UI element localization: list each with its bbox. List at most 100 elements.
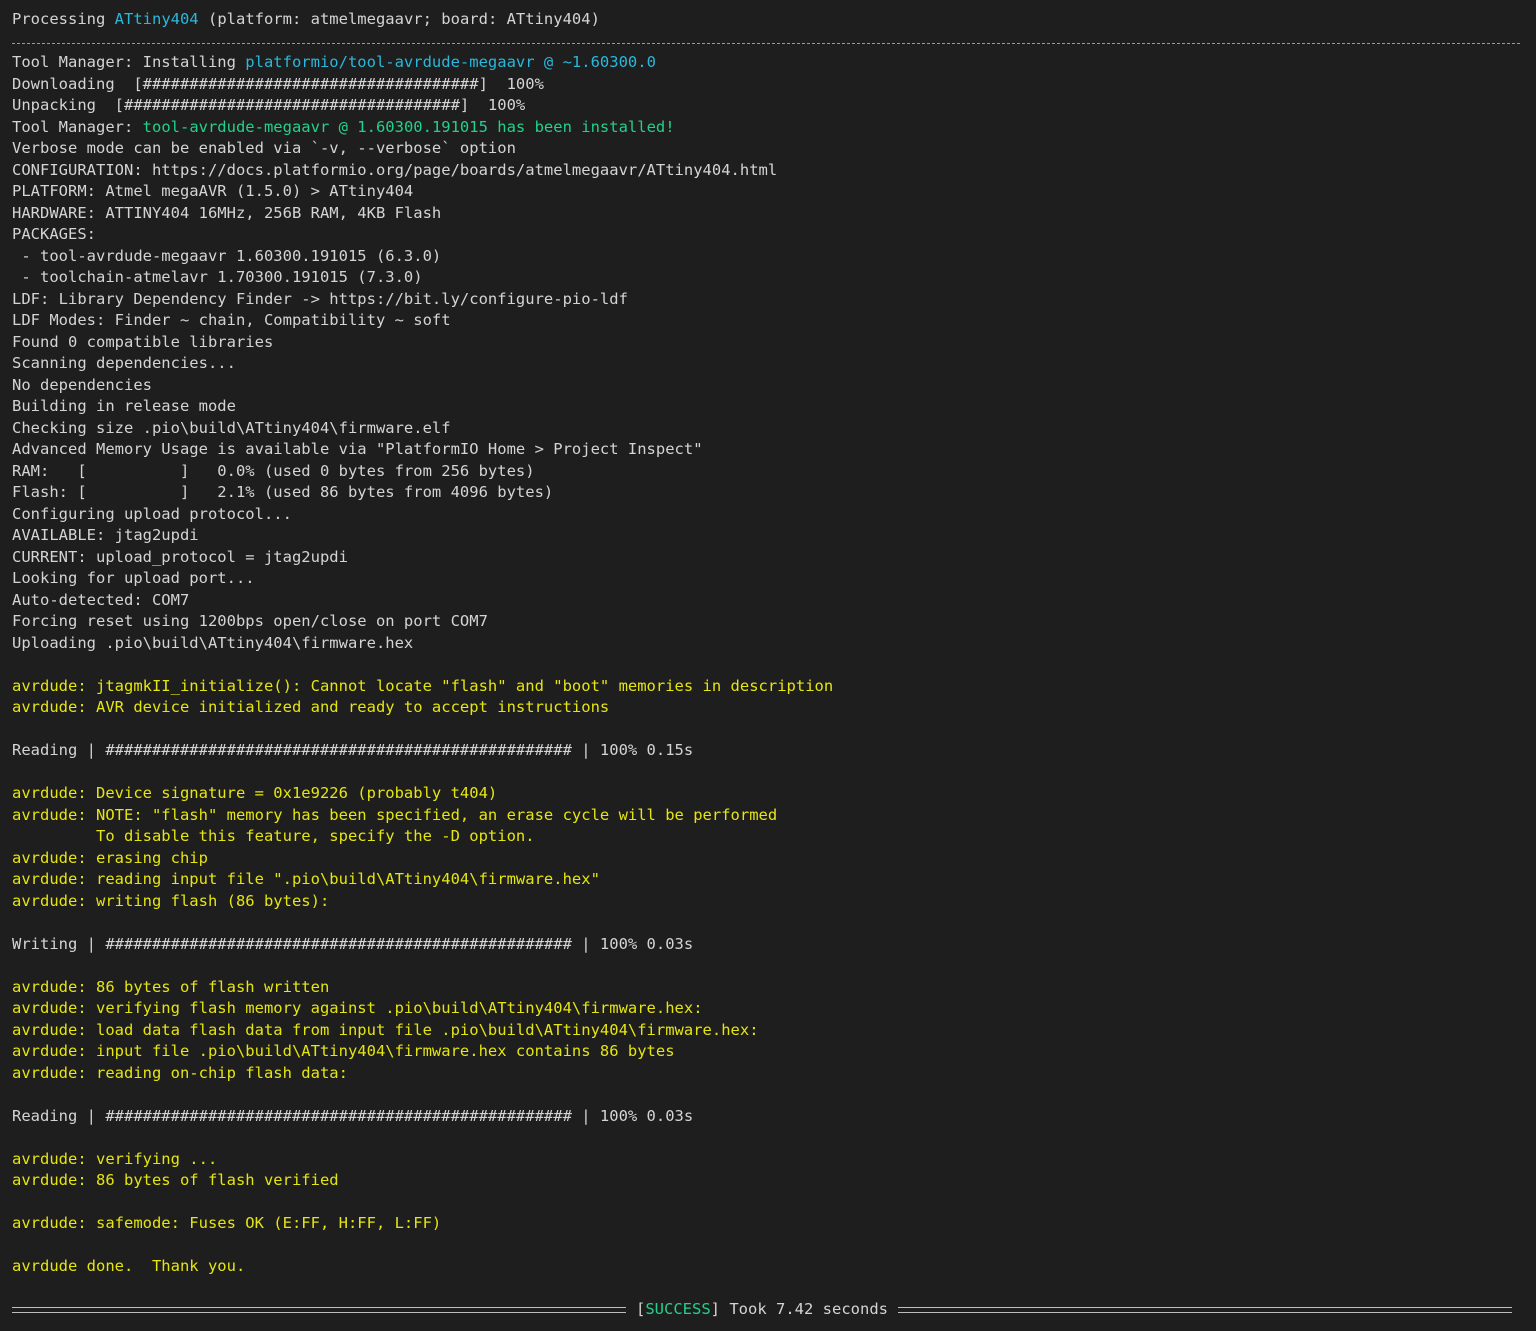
log-line: - tool-avrdude-megaavr 1.60300.191015 (6… <box>12 246 1536 268</box>
log-line: Looking for upload port... <box>12 568 1536 590</box>
log-line: CURRENT: upload_protocol = jtag2updi <box>12 547 1536 569</box>
log-line: Configuring upload protocol... <box>12 504 1536 526</box>
line-text: Advanced Memory Usage is available via "… <box>12 440 703 458</box>
status-close-bracket: ] <box>710 1300 721 1318</box>
line-text: Looking for upload port... <box>12 569 255 587</box>
line-text: - tool-avrdude-megaavr 1.60300.191015 (6… <box>12 246 442 265</box>
line-text: avrdude: load data flash data from input… <box>12 1020 759 1039</box>
log-line: HARDWARE: ATTINY404 16MHz, 256B RAM, 4KB… <box>12 203 1536 225</box>
separator-left <box>12 1306 626 1313</box>
log-line: avrdude done. Thank you. <box>12 1256 1536 1278</box>
log-line: avrdude: 86 bytes of flash verified <box>12 1170 1536 1192</box>
log-line: avrdude: safemode: Fuses OK (E:FF, H:FF,… <box>12 1213 1536 1235</box>
line-text: avrdude: Device signature = 0x1e9226 (pr… <box>12 784 498 802</box>
log-line: Reading | ##############################… <box>12 740 1536 762</box>
line-text: avrdude: writing flash (86 bytes): <box>12 891 330 910</box>
line-text: Auto-detected: COM7 <box>12 590 190 609</box>
log-line: Verbose mode can be enabled via `-v, --v… <box>12 138 1536 160</box>
log-line: Reading | ##############################… <box>12 1106 1536 1128</box>
terminal-log-lines: Tool Manager: Installing platformio/tool… <box>12 52 1536 1299</box>
separator-right <box>898 1306 1512 1313</box>
line-text: - toolchain-atmelavr 1.70300.191015 (7.3… <box>12 268 423 286</box>
line-text: avrdude done. Thank you. <box>12 1257 246 1275</box>
line-text: Building in release mode <box>12 397 236 415</box>
line-text: Configuring upload protocol... <box>12 504 292 523</box>
line-text: To disable this feature, specify the -D … <box>12 827 535 845</box>
terminal-output[interactable]: Processing ATtiny404 (platform: atmelmeg… <box>0 0 1536 1331</box>
line-text: avrdude: reading on-chip flash data: <box>12 1063 348 1082</box>
log-line: avrdude: Device signature = 0x1e9226 (pr… <box>12 783 1536 805</box>
line-text: No dependencies <box>12 375 152 394</box>
line-text: Tool Manager: <box>12 117 143 136</box>
success-status-badge: SUCCESS <box>645 1300 711 1318</box>
log-line: CONFIGURATION: https://docs.platformio.o… <box>12 160 1536 182</box>
line-text: Flash: [ ] 2.1% (used 86 bytes from 4096… <box>12 483 554 501</box>
line-text: CONFIGURATION: https://docs.platformio.o… <box>12 160 778 179</box>
line-text: AVAILABLE: jtag2updi <box>12 526 199 544</box>
log-line: Forcing reset using 1200bps open/close o… <box>12 611 1536 633</box>
line-text: Found 0 compatible libraries <box>12 332 274 351</box>
log-line: Unpacking [#############################… <box>12 95 1536 117</box>
line-text: avrdude: input file .pio\build\ATtiny404… <box>12 1042 675 1060</box>
log-line: avrdude: input file .pio\build\ATtiny404… <box>12 1041 1536 1063</box>
line-text: avrdude: AVR device initialized and read… <box>12 698 610 716</box>
log-line: Scanning dependencies... <box>12 353 1536 375</box>
log-line: avrdude: jtagmkII_initialize(): Cannot l… <box>12 676 1536 698</box>
line-text: avrdude: reading input file ".pio\build\… <box>12 870 600 888</box>
log-line: AVAILABLE: jtag2updi <box>12 525 1536 547</box>
line-text: avrdude: 86 bytes of flash written <box>12 977 330 996</box>
line-text: avrdude: 86 bytes of flash verified <box>12 1171 339 1189</box>
line-text: avrdude: jtagmkII_initialize(): Cannot l… <box>12 676 834 695</box>
line-text: Unpacking [#############################… <box>12 96 526 114</box>
duration-text: Took 7.42 seconds <box>720 1300 888 1318</box>
line-text: Forcing reset using 1200bps open/close o… <box>12 612 488 630</box>
log-line: PACKAGES: <box>12 224 1536 246</box>
log-line: Tool Manager: tool-avrdude-megaavr @ 1.6… <box>12 117 1536 139</box>
log-line: Advanced Memory Usage is available via "… <box>12 439 1536 461</box>
success-summary-line: [SUCCESS] Took 7.42 seconds <box>12 1299 1512 1321</box>
line-text: Tool Manager: Installing <box>12 53 246 71</box>
log-line: Downloading [###########################… <box>12 74 1536 96</box>
dashed-separator <box>12 31 1520 53</box>
line-text: avrdude: verifying flash memory against … <box>12 999 703 1017</box>
line-text: Verbose mode can be enabled via `-v, --v… <box>12 139 516 157</box>
log-line: Found 0 compatible libraries <box>12 332 1536 354</box>
status-open-bracket: [ <box>636 1300 646 1318</box>
line-text: LDF Modes: Finder ~ chain, Compatibility… <box>12 311 451 329</box>
line-text: avrdude: safemode: Fuses OK (E:FF, H:FF,… <box>12 1214 442 1232</box>
line-text: ATtiny404 <box>114 10 199 28</box>
log-line: LDF: Library Dependency Finder -> https:… <box>12 289 1536 311</box>
log-line: Building in release mode <box>12 396 1536 418</box>
log-line: avrdude: NOTE: "flash" memory has been s… <box>12 805 1536 827</box>
log-line: avrdude: reading on-chip flash data: <box>12 1063 1536 1085</box>
line-text: LDF: Library Dependency Finder -> https:… <box>12 289 628 308</box>
log-line: PLATFORM: Atmel megaAVR (1.5.0) > ATtiny… <box>12 181 1536 203</box>
log-line: LDF Modes: Finder ~ chain, Compatibility… <box>12 310 1536 332</box>
line-text: Checking size .pio\build\ATtiny404\firmw… <box>12 418 451 437</box>
line-text: Processing <box>12 10 115 28</box>
log-line: avrdude: reading input file ".pio\build\… <box>12 869 1536 891</box>
log-line: avrdude: writing flash (86 bytes): <box>12 891 1536 913</box>
log-line: avrdude: verifying ... <box>12 1149 1536 1171</box>
log-line: No dependencies <box>12 375 1536 397</box>
log-line: To disable this feature, specify the -D … <box>12 826 1536 848</box>
line-text: PLATFORM: Atmel megaAVR (1.5.0) > ATtiny… <box>12 182 414 200</box>
line-text: Reading | ##############################… <box>12 1106 694 1125</box>
line-text: RAM: [ ] 0.0% (used 0 bytes from 256 byt… <box>12 461 535 480</box>
log-line: Auto-detected: COM7 <box>12 590 1536 612</box>
line-text: avrdude: NOTE: "flash" memory has been s… <box>12 805 778 824</box>
log-line: avrdude: verifying flash memory against … <box>12 998 1536 1020</box>
line-text: platformio/tool-avrdude-megaavr @ ~1.603… <box>245 53 656 71</box>
line-text: HARDWARE: ATTINY404 16MHz, 256B RAM, 4KB… <box>12 203 442 222</box>
log-line: avrdude: load data flash data from input… <box>12 1020 1536 1042</box>
line-text: Scanning dependencies... <box>12 354 236 372</box>
